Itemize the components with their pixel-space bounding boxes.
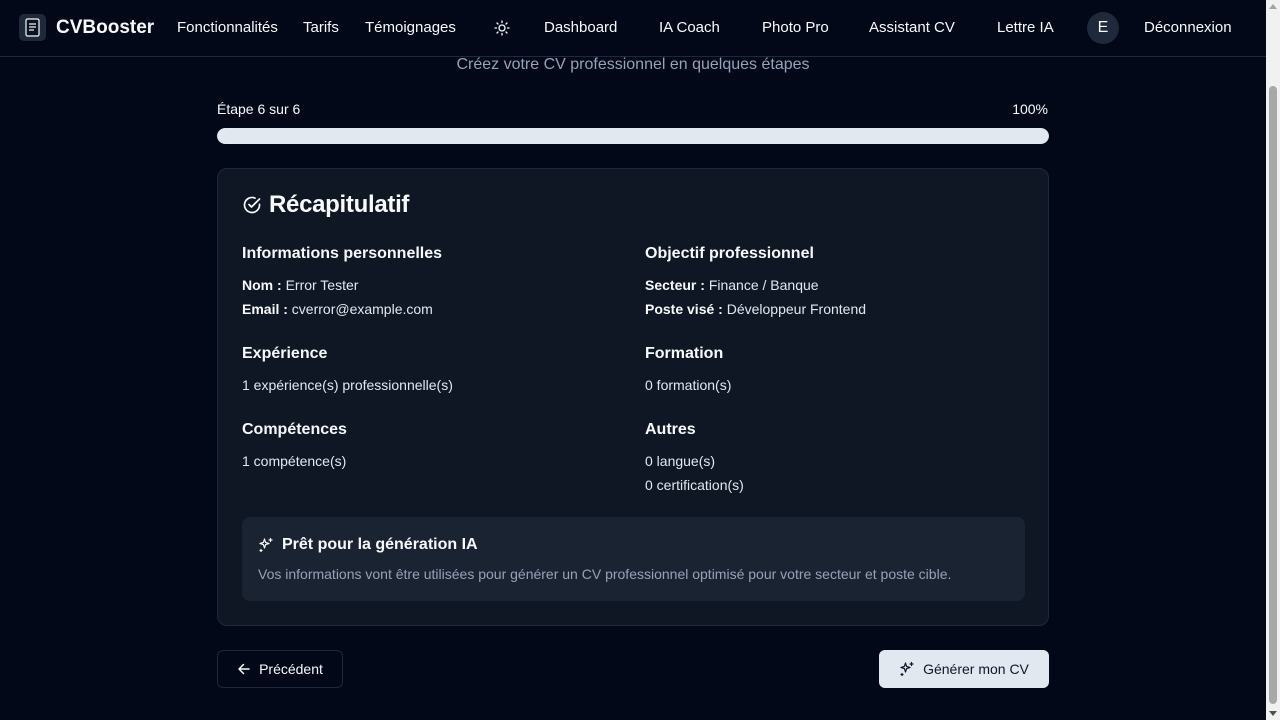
section-heading: Autres <box>645 421 696 438</box>
nav-ia-coach[interactable]: IA Coach <box>659 19 720 36</box>
brand-name: CVBooster <box>56 16 155 38</box>
nav-photo-pro[interactable]: Photo Pro <box>762 19 829 36</box>
logout-link[interactable]: Déconnexion <box>1144 19 1232 36</box>
previous-button[interactable]: Précédent <box>217 650 343 688</box>
objective-section: Objectif professionnel Secteur : Finance… <box>645 245 866 321</box>
sun-icon[interactable] <box>494 20 510 36</box>
arrow-left-icon <box>238 663 250 675</box>
progress-percent: 100% <box>1012 101 1048 117</box>
email-label: Email : <box>242 301 288 317</box>
summary-title: Récapitulatif <box>269 191 410 218</box>
section-heading: Objectif professionnel <box>645 245 814 262</box>
nav-lettre-ia[interactable]: Lettre IA <box>997 19 1054 36</box>
generate-cv-button[interactable]: Générer mon CV <box>879 650 1049 688</box>
scrollbar[interactable] <box>1266 0 1280 720</box>
summary-header: Récapitulatif <box>242 191 409 219</box>
nav-features[interactable]: Fonctionnalités <box>177 19 278 36</box>
nav-pricing[interactable]: Tarifs <box>303 19 339 36</box>
experience-count: 1 expérience(s) professionnelle(s) <box>242 377 453 393</box>
position-value: Développeur Frontend <box>726 301 867 317</box>
section-heading: Compétences <box>242 421 347 438</box>
position-row: Poste visé : Développeur Frontend <box>645 297 866 321</box>
education-count: 0 formation(s) <box>645 377 732 393</box>
name-row: Nom : Error Tester <box>242 273 442 297</box>
section-heading: Formation <box>645 345 724 362</box>
scroll-down-icon[interactable] <box>1269 711 1277 716</box>
section-heading: Expérience <box>242 345 328 362</box>
section-heading: Informations personnelles <box>242 245 443 262</box>
document-icon <box>19 14 46 41</box>
page-subtitle: Créez votre CV professionnel en quelques… <box>456 56 810 73</box>
scrollbar-thumb[interactable] <box>1269 86 1277 704</box>
ai-ready-description: Vos informations vont être utilisées pou… <box>258 566 952 582</box>
generate-cv-button-label: Générer mon CV <box>923 661 1029 677</box>
email-value: cverror@example.com <box>291 301 433 317</box>
nav-dashboard[interactable]: Dashboard <box>544 19 617 36</box>
sector-row: Secteur : Finance / Banque <box>645 273 866 297</box>
sector-value: Finance / Banque <box>708 277 819 293</box>
experience-section: Expérience 1 expérience(s) professionnel… <box>242 345 453 397</box>
education-section: Formation 0 formation(s) <box>645 345 731 397</box>
top-navbar: CVBooster Fonctionnalités Tarifs Témoign… <box>0 0 1266 57</box>
ai-ready-title: Prêt pour la génération IA <box>282 536 478 553</box>
ai-ready-panel: Prêt pour la génération IA Vos informati… <box>242 517 1025 601</box>
name-label: Nom : <box>242 277 282 293</box>
position-label: Poste visé : <box>645 301 723 317</box>
personal-info-section: Informations personnelles Nom : Error Te… <box>242 245 442 321</box>
step-label: Étape 6 sur 6 <box>217 101 301 117</box>
email-row: Email : cverror@example.com <box>242 297 442 321</box>
certifications-count: 0 certification(s) <box>645 477 744 493</box>
nav-assistant-cv[interactable]: Assistant CV <box>869 19 955 36</box>
previous-button-label: Précédent <box>259 661 323 677</box>
sparkles-icon <box>900 661 914 677</box>
summary-card: Récapitulatif Informations personnelles … <box>217 168 1049 626</box>
check-circle-icon <box>243 196 261 214</box>
name-value: Error Tester <box>285 277 359 293</box>
progress-bar <box>217 128 1049 144</box>
ai-ready-header: Prêt pour la génération IA <box>258 536 478 554</box>
sector-label: Secteur : <box>645 277 705 293</box>
nav-testimonials[interactable]: Témoignages <box>365 19 456 36</box>
skills-count: 1 compétence(s) <box>242 453 347 469</box>
languages-count: 0 langue(s) <box>645 453 716 469</box>
scroll-up-icon[interactable] <box>1269 4 1277 9</box>
others-section: Autres 0 langue(s) 0 certification(s) <box>645 421 744 497</box>
progress-fill <box>217 128 1049 144</box>
skills-section: Compétences 1 compétence(s) <box>242 421 347 473</box>
brand-logo[interactable]: CVBooster <box>19 14 154 41</box>
avatar[interactable]: E <box>1087 12 1119 44</box>
sparkles-icon <box>259 537 273 553</box>
